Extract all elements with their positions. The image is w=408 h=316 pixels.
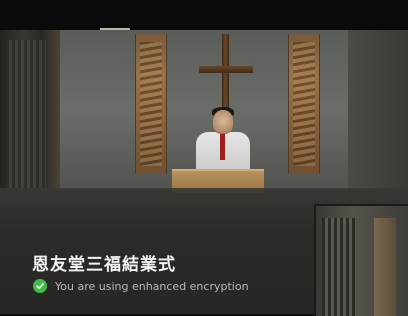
top-bar (0, 0, 408, 30)
self-view-pillar (374, 218, 396, 316)
self-view-thumbnail[interactable] (314, 204, 408, 316)
speaker-tie (220, 134, 225, 160)
encryption-status: You are using enhanced encryption (33, 278, 249, 294)
left-banner (135, 34, 167, 174)
meeting-title: 恩友堂三福結業式 (32, 255, 176, 275)
right-banner (288, 34, 320, 174)
checkmark-icon (36, 283, 44, 290)
self-view-pipes (322, 218, 356, 316)
cross-horizontal (199, 66, 253, 73)
check-shield-icon (33, 279, 47, 293)
speaker-head (213, 110, 233, 134)
encryption-text: You are using enhanced encryption (55, 279, 249, 293)
